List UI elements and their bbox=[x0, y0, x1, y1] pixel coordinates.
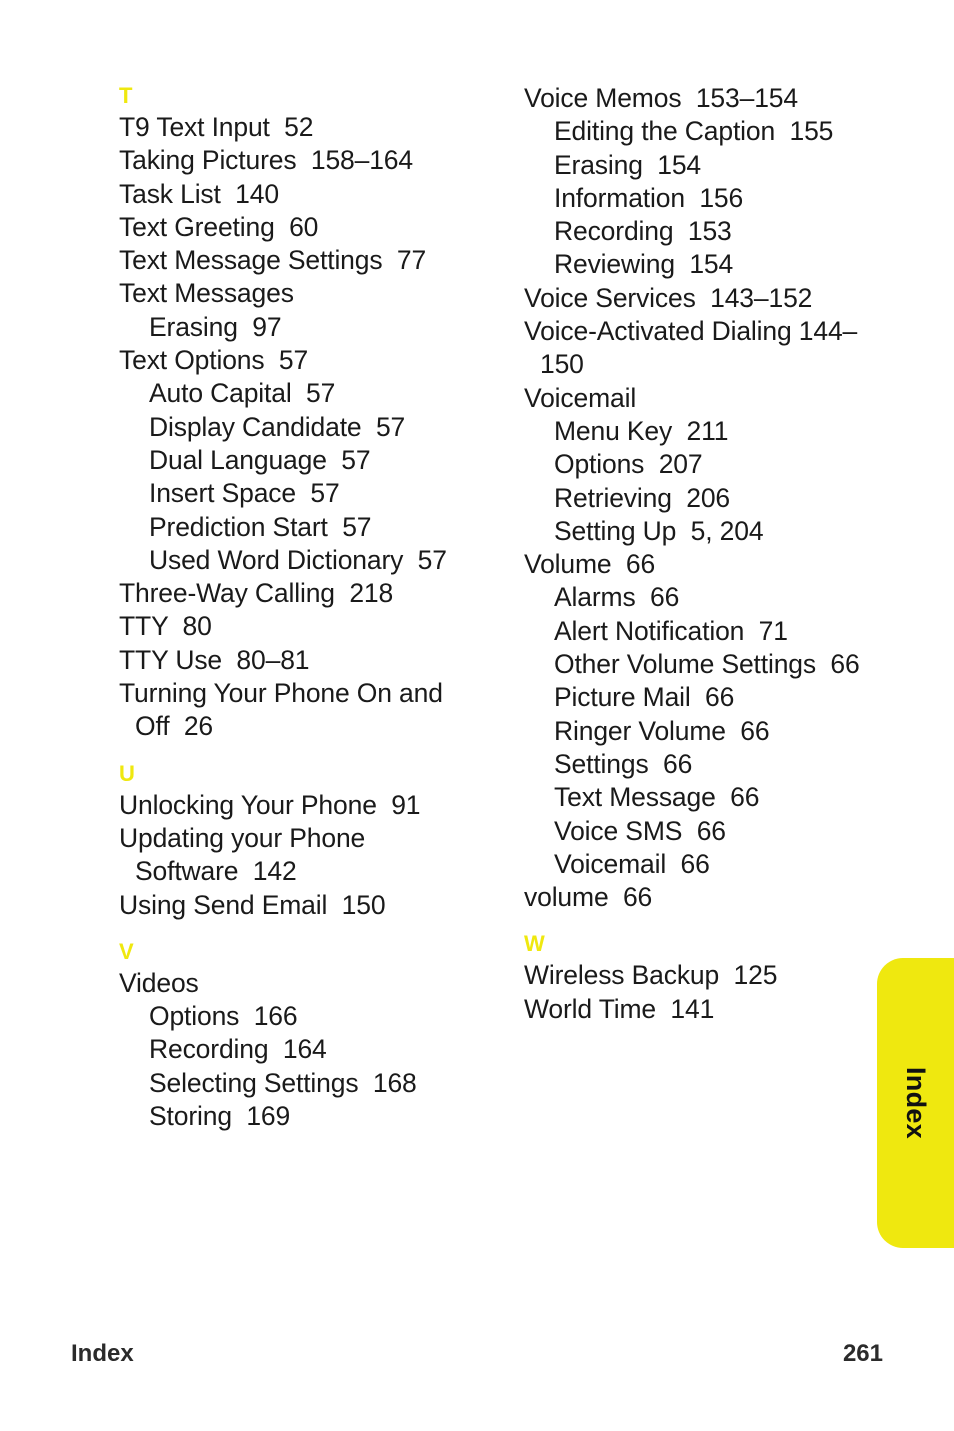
index-body: T T9 Text Input 52 Taking Pictures 158–164… bbox=[0, 0, 954, 1290]
index-subentry: Picture Mail 66 bbox=[554, 682, 735, 713]
index-subentry: Voicemail 66 bbox=[554, 848, 710, 879]
index-entry: Wireless Backup 125 bbox=[524, 960, 778, 991]
index-subentry: Options 207 bbox=[554, 449, 703, 480]
index-subentry: Insert Space 57 bbox=[149, 478, 340, 509]
index-column-left: T T9 Text Input 52 Taking Pictures 158–164… bbox=[119, 82, 474, 1133]
index-entry: Three-Way Calling 218 bbox=[119, 578, 394, 609]
index-letter-heading: U bbox=[119, 760, 135, 786]
index-entry: Videos bbox=[119, 967, 199, 998]
index-subentry: Dual Language 57 bbox=[149, 444, 371, 475]
index-entry: Voice-Activated Dialing 144–150 bbox=[524, 316, 858, 380]
index-subentry: Recording 153 bbox=[554, 216, 732, 247]
index-subentry: Text Message 66 bbox=[554, 782, 760, 813]
index-letter-heading: T bbox=[119, 83, 133, 108]
index-entry: Task List 140 bbox=[119, 178, 279, 209]
index-subentry: Storing 169 bbox=[149, 1101, 291, 1132]
index-subentry: Used Word Dictionary 57 bbox=[149, 544, 447, 575]
footer-section-label: Index bbox=[71, 1340, 134, 1367]
index-letter-heading: V bbox=[119, 938, 134, 964]
index-entry: World Time 141 bbox=[524, 993, 715, 1024]
footer-page-number: 261 bbox=[842, 1340, 883, 1367]
index-subentry: Reviewing 154 bbox=[554, 249, 734, 280]
index-subentry: Retrieving 206 bbox=[554, 482, 730, 513]
index-entry: Voice Services 143–152 bbox=[524, 282, 813, 313]
index-entry: TTY Use 80–81 bbox=[119, 644, 310, 675]
index-subentry: Other Volume Settings 66 bbox=[554, 649, 860, 680]
index-entry: volume 66 bbox=[524, 882, 653, 913]
index-entry: Turning Your Phone On and Off 26 bbox=[119, 678, 451, 742]
index-subentry: Alarms 66 bbox=[554, 582, 680, 613]
index-entry: Using Send Email 150 bbox=[119, 889, 386, 920]
index-subentry: Options 166 bbox=[149, 1001, 298, 1032]
index-entry: Updating your Phone Software 142 bbox=[119, 822, 373, 887]
index-entry: Voicemail bbox=[524, 382, 637, 413]
index-subentry: Recording 164 bbox=[149, 1034, 327, 1065]
index-entry: Taking Pictures 158–164 bbox=[119, 145, 413, 176]
index-subentry: Auto Capital 57 bbox=[149, 378, 336, 409]
index-entry: Voice Memos 153–154 bbox=[524, 83, 798, 113]
index-entry: Text Message Settings 77 bbox=[119, 245, 427, 276]
index-letter-heading: W bbox=[524, 931, 545, 957]
index-column-right: Voice Memos 153–154 Editing the Caption 1… bbox=[524, 82, 874, 1026]
index-entry: Text Options 57 bbox=[119, 345, 309, 376]
index-subentry: Editing the Caption 155 bbox=[554, 116, 834, 147]
section-tab-label: Index bbox=[901, 1066, 931, 1140]
index-entry: TTY 80 bbox=[119, 611, 212, 642]
index-subentry: Voice SMS 66 bbox=[554, 815, 726, 846]
index-entry: Text Greeting 60 bbox=[119, 211, 319, 242]
index-entry: Volume 66 bbox=[524, 549, 656, 580]
index-subentry: Display Candidate 57 bbox=[149, 411, 406, 442]
index-subentry: Menu Key 211 bbox=[554, 415, 729, 446]
section-tab-index: Index bbox=[877, 958, 954, 1248]
index-subentry: Setting Up 5, 204 bbox=[554, 515, 764, 546]
index-entry: Text Messages bbox=[119, 278, 294, 309]
index-subentry: Settings 66 bbox=[554, 748, 693, 779]
index-subentry: Erasing 97 bbox=[149, 311, 282, 342]
index-subentry: Selecting Settings 168 bbox=[149, 1067, 417, 1098]
index-subentry: Ringer Volume 66 bbox=[554, 715, 770, 746]
index-subentry: Information 156 bbox=[554, 182, 744, 213]
index-subentry: Erasing 154 bbox=[554, 149, 701, 180]
index-subentry: Prediction Start 57 bbox=[149, 511, 372, 542]
index-subentry: Alert Notification 71 bbox=[554, 615, 788, 646]
index-entry: Unlocking Your Phone 91 bbox=[119, 789, 421, 820]
page-footer: Index 261 bbox=[71, 1340, 883, 1368]
index-entry: T9 Text Input 52 bbox=[119, 112, 314, 142]
